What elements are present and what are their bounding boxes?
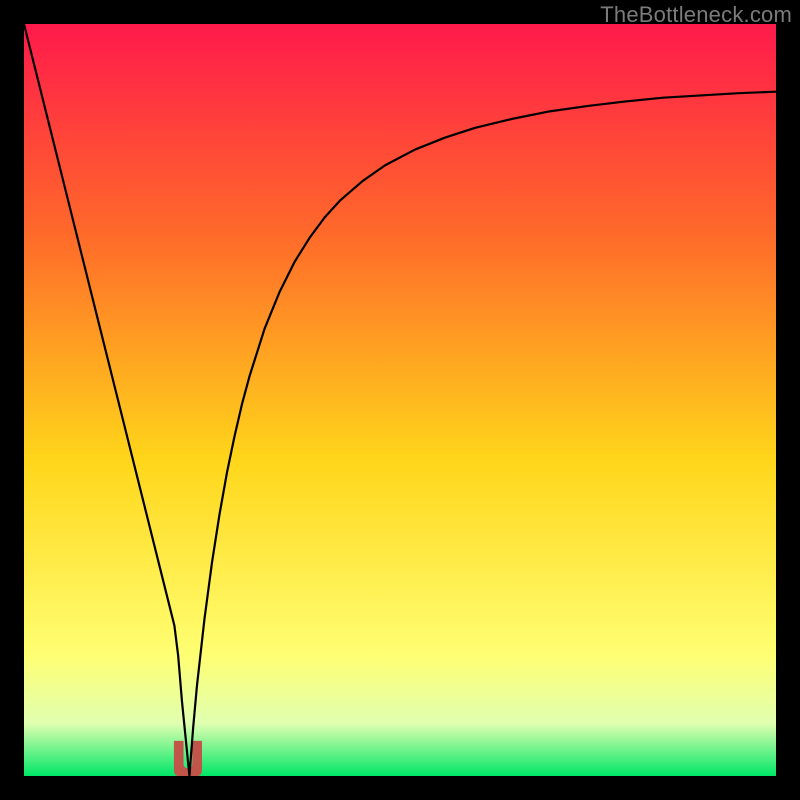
bottleneck-chart — [24, 24, 776, 776]
chart-frame — [24, 24, 776, 776]
gradient-background — [24, 24, 776, 776]
watermark-text: TheBottleneck.com — [600, 2, 792, 28]
